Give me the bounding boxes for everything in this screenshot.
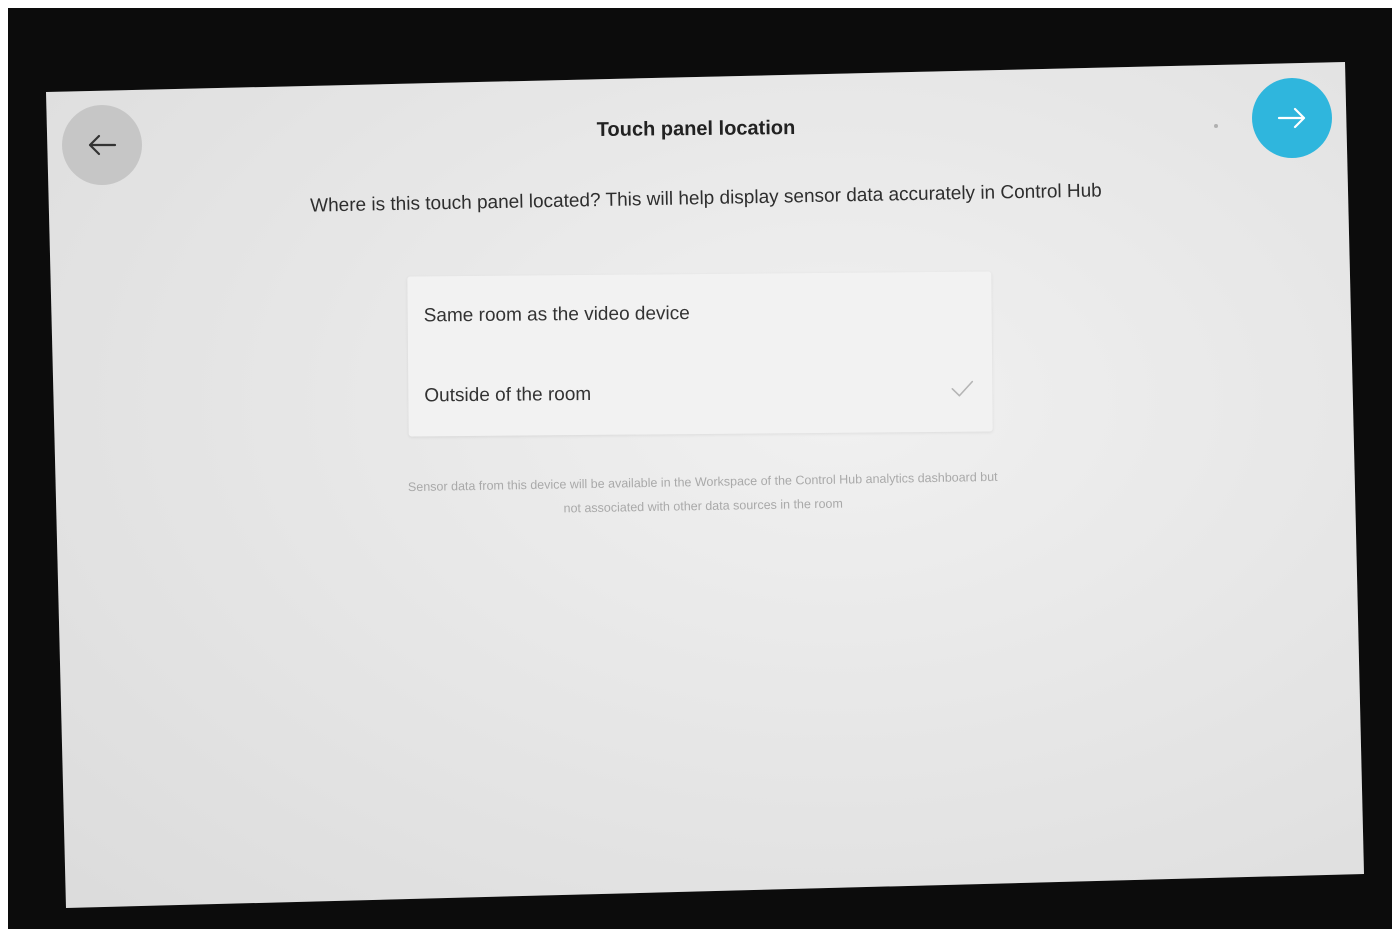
location-question: Where is this touch panel located? This … xyxy=(309,180,1102,217)
option-same-room[interactable]: Same room as the video device xyxy=(407,271,992,356)
page-title: Touch panel location xyxy=(596,116,796,142)
checkmark-icon xyxy=(951,380,974,397)
option-label: Same room as the video device xyxy=(423,303,690,327)
option-outside-room[interactable]: Outside of the room xyxy=(408,351,993,436)
next-button[interactable] xyxy=(1252,78,1332,158)
arrow-right-icon xyxy=(1277,107,1306,129)
sensor-data-note: Sensor data from this device will be ava… xyxy=(407,469,998,516)
location-options: Same room as the video device Outside of… xyxy=(407,271,993,437)
arrow-left-icon xyxy=(88,134,117,156)
option-label: Outside of the room xyxy=(424,383,592,407)
back-button[interactable] xyxy=(62,105,142,185)
touch-panel-screen: Touch panel location Where is this touch… xyxy=(46,62,1364,908)
indicator-dot xyxy=(1214,124,1218,128)
